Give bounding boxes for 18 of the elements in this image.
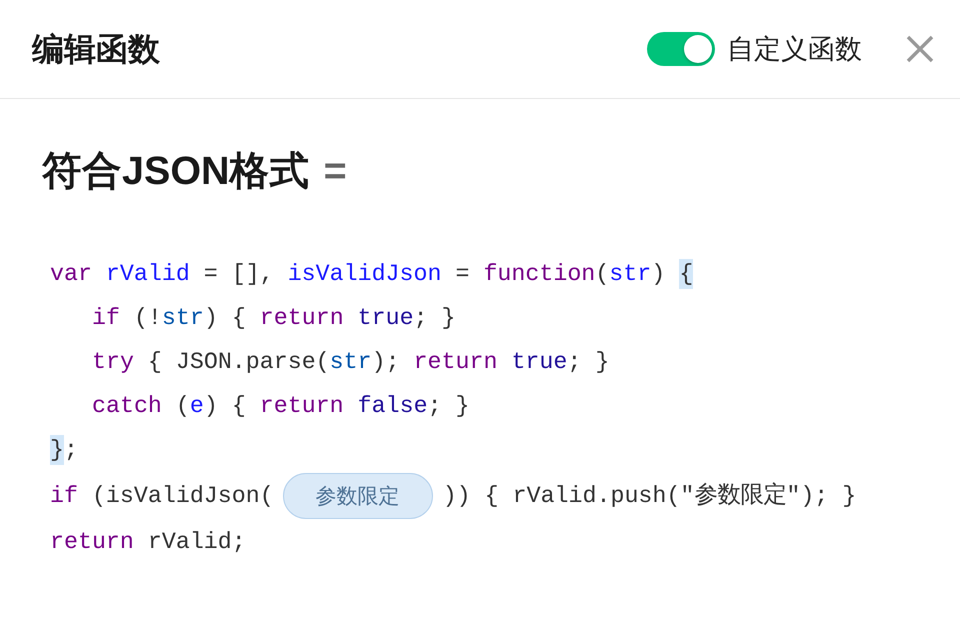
toggle-switch[interactable]: [647, 32, 715, 66]
matched-bracket: }: [50, 435, 64, 465]
dialog-title: 编辑函数: [32, 30, 160, 69]
code-text: try { JSON.parse(str); return true; }: [92, 348, 610, 377]
toggle-label: 自定义函数: [727, 33, 862, 66]
equals-sign: =: [324, 148, 347, 195]
matched-bracket: {: [679, 259, 694, 289]
code-text: )) { rValid.push("参数限定"); }: [442, 481, 856, 511]
parameter-chip[interactable]: 参数限定: [282, 473, 433, 519]
code-text: if (isValidJson(: [50, 482, 274, 511]
section-title: 符合JSON格式: [42, 148, 310, 195]
close-icon: [906, 35, 934, 63]
code-text: ;: [64, 436, 78, 465]
code-text: catch (e) { return false; }: [92, 392, 470, 421]
code-text: var rValid = [], isValidJson = function(str): [50, 260, 666, 289]
code-text: return rValid;: [50, 528, 246, 557]
code-text: if (!str) { return true; }: [92, 304, 456, 333]
close-button[interactable]: [906, 35, 934, 63]
